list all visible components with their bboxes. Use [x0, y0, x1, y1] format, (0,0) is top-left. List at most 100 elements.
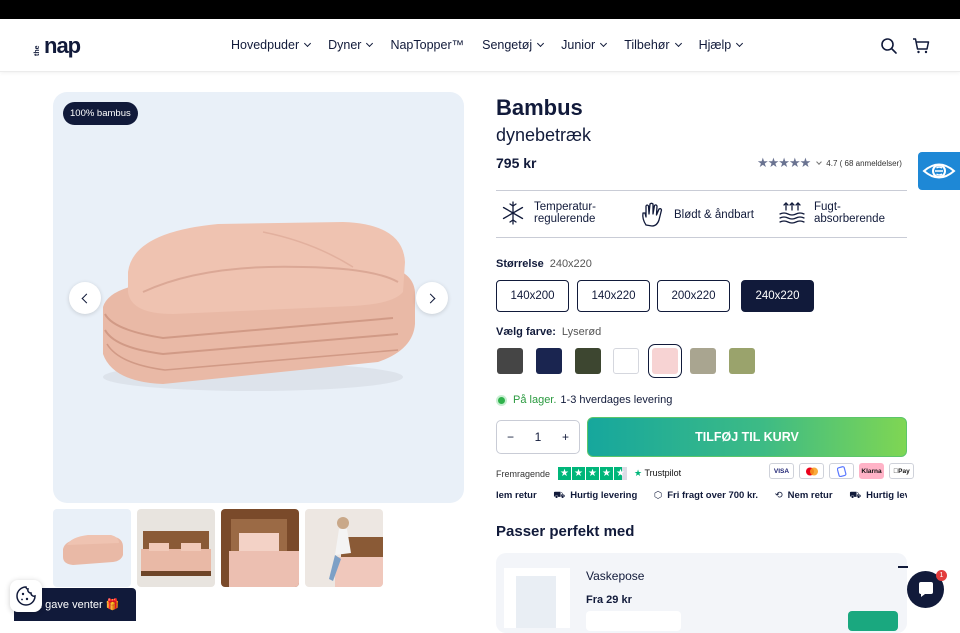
quantity-stepper: − 1 +: [496, 420, 580, 454]
truck-icon: ⛟: [553, 490, 566, 501]
search-icon[interactable]: [880, 37, 898, 55]
usp-ticker: lem retur ⛟ Hurtig levering ⬡ Fri fragt ov…: [496, 490, 907, 506]
chevron-down-icon: [736, 39, 744, 48]
trustpilot-stars-icon: ★ ★ ★ ★ ★: [558, 467, 628, 480]
breadcrumb: [60, 68, 180, 74]
color-swatch-navy[interactable]: [536, 348, 562, 374]
chevron-left-icon: [81, 293, 92, 303]
product-gallery: 100% bambus: [53, 92, 464, 503]
payment-methods: VISA Klarna Pay: [769, 463, 914, 479]
klarna-icon: Klarna: [859, 463, 884, 479]
upsell-product-image[interactable]: [504, 568, 570, 628]
thumbnail-4[interactable]: [305, 509, 383, 587]
size-option-200x220[interactable]: 200x220: [657, 280, 730, 312]
chevron-down-icon: [674, 39, 682, 48]
upsell-product-price: Fra 29 kr: [586, 594, 632, 606]
feature-row: Temperatur- regulerende Blødt & åndbart …: [496, 190, 907, 238]
thumbnail-1[interactable]: [53, 509, 131, 587]
chat-bubble-icon: [918, 581, 933, 597]
thumbnail-3[interactable]: [221, 509, 299, 587]
eye-icon: [922, 163, 956, 179]
rating-text: 4.7 ( 68 anmeldelser): [826, 158, 902, 168]
nav-item-hovedpuder[interactable]: Hovedpuder: [231, 38, 312, 52]
upsell-add-button[interactable]: [848, 611, 898, 631]
quantity-plus-button[interactable]: +: [562, 430, 569, 444]
trustpilot-label: Fremragende: [496, 468, 551, 479]
feature-label: Temperatur- regulerende: [534, 201, 596, 225]
rating-summary[interactable]: ★★★★★ 4.7 ( 68 anmeldelser): [757, 155, 902, 171]
moisture-icon: [779, 202, 805, 224]
apple-pay-icon: Pay: [889, 463, 914, 479]
feature-label: Fugt- absorberende: [814, 201, 885, 225]
trustpilot-logo: ★ Trustpilot: [634, 468, 682, 478]
visa-icon: VISA: [769, 463, 794, 479]
thumbnail-2[interactable]: [137, 509, 215, 587]
nav-label: Sengetøj: [482, 38, 533, 52]
color-label: Vælg farve:: [496, 326, 556, 338]
quantity-minus-button[interactable]: −: [507, 430, 514, 444]
feature-temperature: Temperatur- regulerende: [500, 200, 596, 226]
chevron-down-icon: [366, 39, 374, 48]
snowflake-sun-icon: [502, 201, 524, 225]
upsell-card: Vaskepose Fra 29 kr: [496, 553, 908, 633]
truck-icon: ⛟: [849, 490, 862, 501]
hand-icon: [642, 202, 663, 227]
usp-item: ⬡ Fri fragt over 700 kr.: [654, 490, 758, 501]
color-swatch-dark-grey[interactable]: [497, 348, 523, 374]
cookie-settings-button[interactable]: [10, 580, 42, 612]
nav-label: Dyner: [328, 38, 362, 52]
nav-item-sengetoj[interactable]: Sengetøj: [482, 38, 545, 52]
quantity-value[interactable]: 1: [535, 430, 542, 444]
logo-small-text: the: [34, 45, 41, 57]
feature-moisture: Fugt- absorberende: [778, 200, 885, 226]
usp-item: lem retur: [496, 490, 537, 501]
product-title: Bambus: [496, 95, 583, 120]
top-announcement-bar: [0, 0, 960, 19]
size-option-140x220[interactable]: 140x220: [577, 280, 650, 312]
size-label: Størrelse: [496, 258, 544, 270]
nav-label: Tilbehør: [624, 38, 670, 52]
nav-item-naptopper[interactable]: NapTopper™: [390, 38, 464, 52]
size-option-240x220[interactable]: 240x220: [741, 280, 814, 312]
feature-soft: Blødt & åndbart: [638, 201, 754, 229]
size-label-row: Størrelse 240x220: [496, 258, 592, 270]
return-icon: ⟲: [774, 490, 783, 501]
size-selected-value: 240x220: [549, 258, 592, 270]
upsell-product-name[interactable]: Vaskepose: [586, 569, 644, 583]
usp-text: Hurtig levering: [570, 490, 638, 501]
color-swatch-sand[interactable]: [690, 348, 716, 374]
product-image-duvet-cover: [103, 222, 415, 391]
usp-item: ⛟ Hurtig levering: [553, 490, 637, 502]
usp-item: ⟲ Nem retur: [775, 490, 833, 501]
nav-item-junior[interactable]: Junior: [561, 38, 608, 52]
nav-item-dyner[interactable]: Dyner: [328, 38, 374, 52]
chat-notification-badge: 1: [936, 570, 947, 581]
color-swatch-white[interactable]: [613, 348, 639, 374]
product-price: 795 kr: [496, 155, 537, 171]
stock-status: På lager. 1-3 hverdages levering: [496, 394, 672, 406]
color-swatch-sage[interactable]: [729, 348, 755, 374]
product-subtitle: dynebetræk: [496, 125, 592, 145]
gallery-next-button[interactable]: [416, 282, 448, 314]
collapse-icon[interactable]: [898, 566, 908, 568]
upsell-heading: Passer perfekt med: [496, 523, 635, 540]
chevron-down-icon: [304, 39, 312, 48]
upsell-variant-select[interactable]: [586, 611, 681, 631]
nav-label: NapTopper™: [390, 38, 465, 52]
chevron-down-icon: [537, 39, 545, 48]
color-swatch-light-pink[interactable]: [648, 344, 682, 378]
trustpilot-widget[interactable]: Fremragende ★ ★ ★ ★ ★ ★ Trustpilot: [496, 467, 681, 480]
site-header: the nap Hovedpuder Dyner NapTopper™ Seng…: [0, 19, 960, 72]
nav-item-tilbehor[interactable]: Tilbehør: [624, 38, 682, 52]
usp-text: Nem retur: [787, 490, 833, 501]
nav-item-hjaelp[interactable]: Hjælp: [699, 38, 744, 52]
logo[interactable]: the nap: [34, 35, 81, 57]
usp-text: Hurtig leve: [866, 490, 907, 501]
chevron-down-icon: [600, 39, 608, 48]
accessibility-widget-button[interactable]: [918, 152, 960, 190]
size-option-140x200[interactable]: 140x200: [496, 280, 569, 312]
cart-icon[interactable]: [912, 37, 930, 55]
add-to-cart-button[interactable]: TILFØJ TIL KURV: [587, 417, 907, 457]
gallery-prev-button[interactable]: [69, 282, 101, 314]
color-swatch-olive[interactable]: [575, 348, 601, 374]
